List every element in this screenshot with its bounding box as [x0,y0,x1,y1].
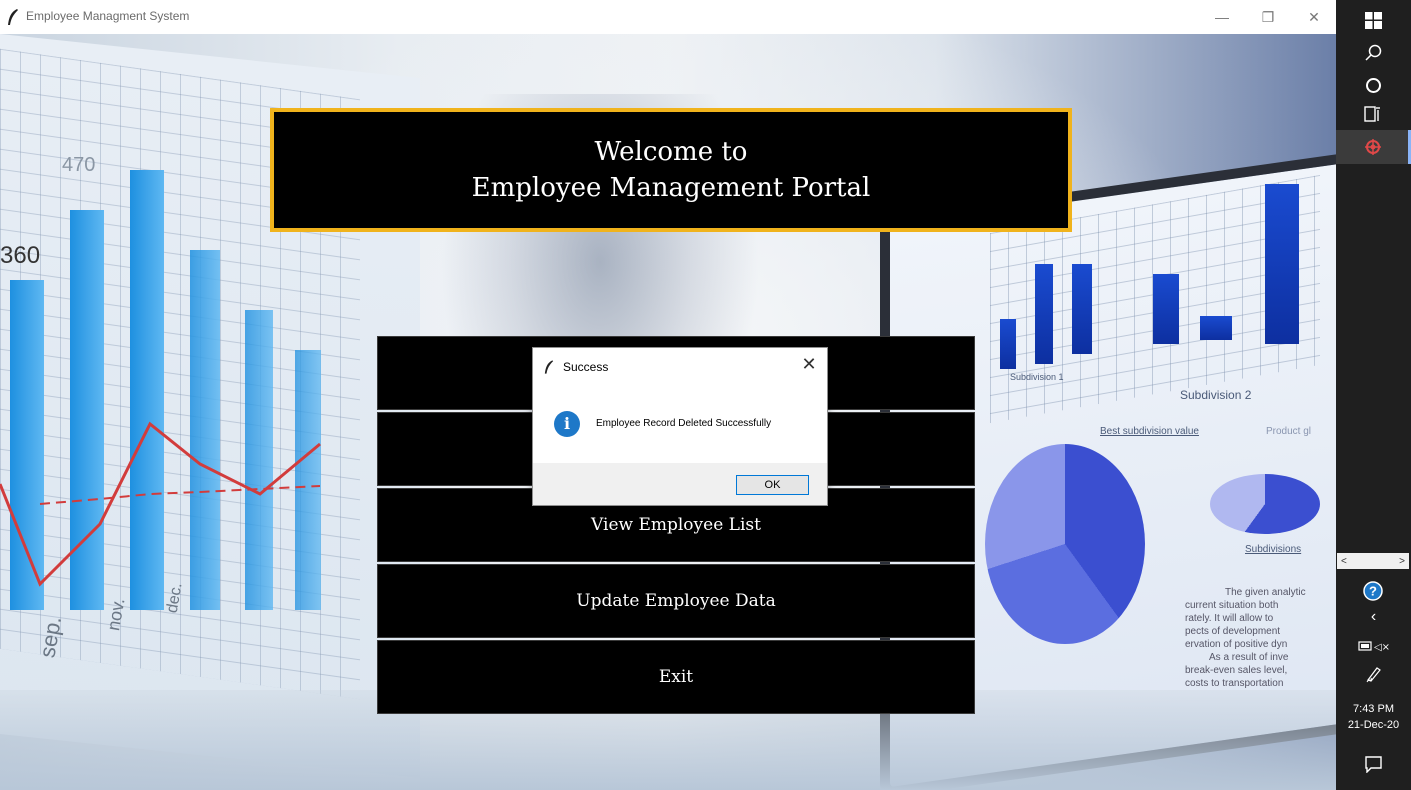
exit-button[interactable]: Exit [377,640,975,714]
paragraph-line: The given analytic [1225,587,1306,598]
right-bar [1200,316,1232,340]
cortana-icon[interactable] [1365,77,1382,94]
feather-icon [8,9,18,25]
dialog-close-button[interactable]: ✕ [799,354,819,374]
right-bar [1265,184,1299,344]
monitor-text: Product gl [1266,426,1312,437]
tray-scrollbar[interactable]: < > [1337,553,1409,569]
pie-chart [1210,474,1320,534]
monitor-paragraph: The given analytic current situation bot… [1185,586,1335,690]
paragraph-line: pects of development [1185,626,1281,637]
monitor-text: Subdivision 1 [1010,372,1064,382]
chart-number: 360 [0,242,41,269]
monitor-text: Subdivisions [1245,544,1302,555]
dialog-message: Employee Record Deleted Successfully [596,418,772,429]
svg-text:?: ? [1369,584,1377,599]
banner-line2: Employee Management Portal [471,173,871,203]
paragraph-line: As a result of inve [1209,652,1289,663]
battery-icon[interactable]: ◁× [1358,640,1390,654]
close-window-button[interactable]: ✕ [1291,0,1337,34]
clock-time[interactable]: 7:43 PM [1336,703,1411,715]
notification-icon[interactable] [1365,756,1382,773]
paragraph-line: costs to transportation [1185,678,1284,689]
search-icon[interactable] [1365,44,1382,61]
success-dialog: Success ✕ i Employee Record Deleted Succ… [532,347,828,506]
monitor-text: Subdivision 2 [1180,388,1252,402]
right-bar [1153,274,1179,344]
ok-button[interactable]: OK [736,475,809,495]
red-line-chart [0,421,321,587]
scroll-right-arrow[interactable]: > [1399,556,1405,567]
chart-number: 470 [62,154,96,176]
right-bar [1000,319,1016,369]
task-view-icon[interactable] [1364,106,1382,122]
welcome-banner: Welcome to Employee Management Portal [270,108,1072,232]
right-bar [1072,264,1092,354]
info-icon: i [554,411,580,437]
window-titlebar: Employee Managment System — ❐ ✕ [0,0,1336,34]
taskbar: ? ‹ ◁× [1336,0,1411,790]
windows-icon[interactable] [1365,12,1382,29]
svg-text:◁×: ◁× [1374,642,1390,653]
dialog-title: Success [563,360,609,374]
maximize-button[interactable]: ❐ [1245,0,1291,34]
paragraph-line: current situation both [1185,600,1279,611]
monitor-text: Best subdivision value [1100,426,1199,437]
feather-icon [544,360,554,374]
pen-icon[interactable] [1365,665,1383,683]
pie-chart [985,444,1145,644]
app-icon[interactable] [1364,138,1382,156]
right-bar [1035,264,1053,364]
banner-line1: Welcome to [594,137,748,167]
paragraph-line: rately. It will allow to [1185,613,1274,624]
help-icon[interactable]: ? [1363,581,1383,601]
scroll-left-arrow[interactable]: < [1341,556,1347,567]
window-title: Employee Managment System [26,9,190,23]
clock-date[interactable]: 21-Dec-20 [1336,719,1411,731]
paragraph-line: break-even sales level, [1185,665,1288,676]
minimize-button[interactable]: — [1199,0,1245,34]
paragraph-line: ervation of positive dyn [1185,639,1288,650]
update-employee-data-button[interactable]: Update Employee Data [377,564,975,638]
chevron-left-icon[interactable]: ‹ [1336,608,1411,626]
